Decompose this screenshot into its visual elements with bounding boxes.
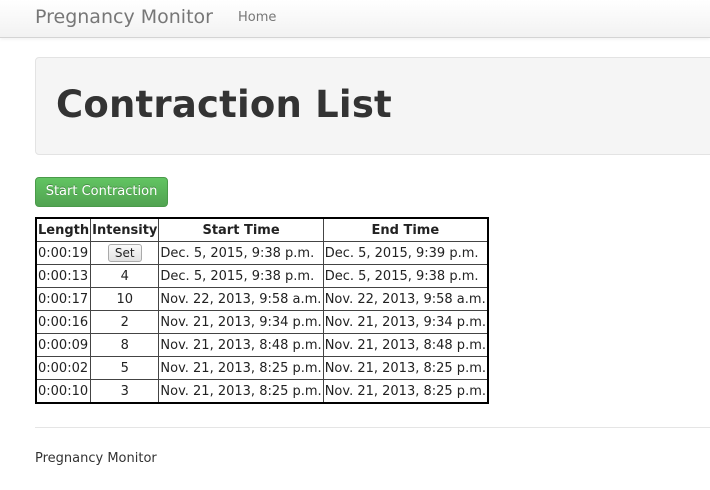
cell-end-time: Nov. 21, 2013, 8:48 p.m. <box>322 333 489 357</box>
cell-end-time: Dec. 5, 2015, 9:39 p.m. <box>322 241 489 265</box>
contraction-table: Length Intensity Start Time End Time 0:0… <box>35 217 489 404</box>
table-row: 0:00:09 8 Nov. 21, 2013, 8:48 p.m. Nov. … <box>35 333 489 357</box>
cell-start-time: Nov. 21, 2013, 8:25 p.m. <box>158 379 324 404</box>
cell-intensity: 2 <box>90 310 160 334</box>
table-row: 0:00:17 10 Nov. 22, 2013, 9:58 a.m. Nov.… <box>35 287 489 311</box>
table-header-row: Length Intensity Start Time End Time <box>35 217 489 242</box>
cell-length: 0:00:16 <box>35 310 92 334</box>
set-intensity-button[interactable]: Set <box>107 244 142 262</box>
cell-end-time: Dec. 5, 2015, 9:38 p.m. <box>322 264 489 288</box>
cell-end-time: Nov. 21, 2013, 9:34 p.m. <box>322 310 489 334</box>
cell-start-time: Nov. 22, 2013, 9:58 a.m. <box>158 287 324 311</box>
cell-start-time: Nov. 21, 2013, 9:34 p.m. <box>158 310 324 334</box>
cell-start-time: Dec. 5, 2015, 9:38 p.m. <box>158 241 324 265</box>
cell-length: 0:00:09 <box>35 333 92 357</box>
footer-divider <box>35 427 710 428</box>
cell-length: 0:00:02 <box>35 356 92 380</box>
navbar-brand[interactable]: Pregnancy Monitor <box>35 6 213 28</box>
header-length: Length <box>35 217 92 242</box>
footer-text: Pregnancy Monitor <box>35 451 157 466</box>
cell-intensity: Set <box>90 241 160 265</box>
header-start-time: Start Time <box>158 217 324 242</box>
cell-length: 0:00:13 <box>35 264 92 288</box>
cell-length: 0:00:10 <box>35 379 92 404</box>
cell-intensity: 4 <box>90 264 160 288</box>
cell-end-time: Nov. 21, 2013, 8:25 p.m. <box>322 379 489 404</box>
cell-length: 0:00:19 <box>35 241 92 265</box>
cell-intensity: 10 <box>90 287 160 311</box>
cell-intensity: 3 <box>90 379 160 404</box>
table-row: 0:00:13 4 Dec. 5, 2015, 9:38 p.m. Dec. 5… <box>35 264 489 288</box>
cell-start-time: Nov. 21, 2013, 8:48 p.m. <box>158 333 324 357</box>
cell-end-time: Nov. 22, 2013, 9:58 a.m. <box>322 287 489 311</box>
nav-home-link[interactable]: Home <box>238 10 276 25</box>
page-title: Contraction List <box>56 83 392 126</box>
hero-unit: Contraction List <box>35 57 710 155</box>
table-row: 0:00:16 2 Nov. 21, 2013, 9:34 p.m. Nov. … <box>35 310 489 334</box>
table-row: 0:00:19 Set Dec. 5, 2015, 9:38 p.m. Dec.… <box>35 241 489 265</box>
cell-intensity: 5 <box>90 356 160 380</box>
start-contraction-button[interactable]: Start Contraction <box>35 177 168 207</box>
table-row: 0:00:10 3 Nov. 21, 2013, 8:25 p.m. Nov. … <box>35 379 489 404</box>
header-intensity: Intensity <box>90 217 160 242</box>
cell-start-time: Nov. 21, 2013, 8:25 p.m. <box>158 356 324 380</box>
header-end-time: End Time <box>322 217 489 242</box>
table-row: 0:00:02 5 Nov. 21, 2013, 8:25 p.m. Nov. … <box>35 356 489 380</box>
cell-start-time: Dec. 5, 2015, 9:38 p.m. <box>158 264 324 288</box>
cell-intensity: 8 <box>90 333 160 357</box>
cell-end-time: Nov. 21, 2013, 8:25 p.m. <box>322 356 489 380</box>
navbar: Pregnancy Monitor Home <box>0 0 710 38</box>
cell-length: 0:00:17 <box>35 287 92 311</box>
